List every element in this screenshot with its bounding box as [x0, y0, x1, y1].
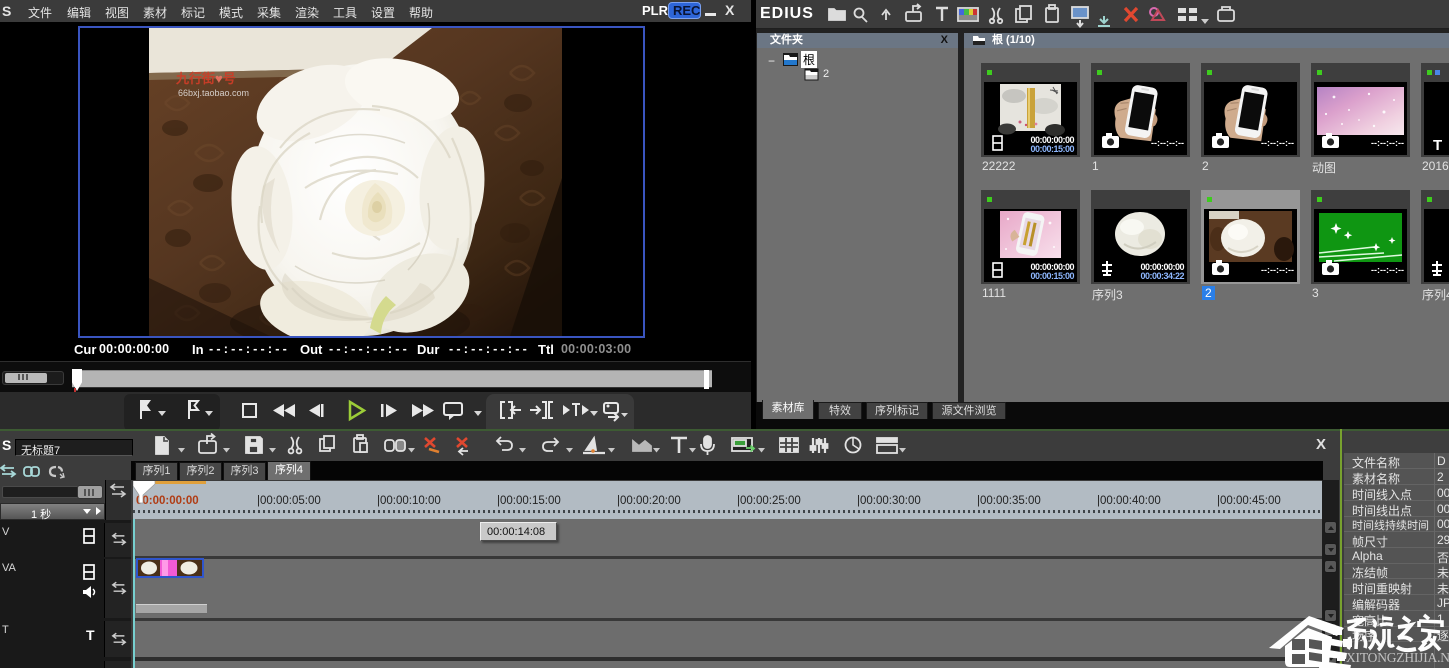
svg-text:--:--:--:--: --:--:--:--	[1371, 138, 1404, 148]
svg-text:00:00:15:00: 00:00:15:00	[1030, 271, 1074, 281]
svg-text:T: T	[1433, 137, 1442, 154]
svg-text:九行街♥号: 九行街♥号	[175, 71, 236, 86]
svg-text:--:--:--:--: --:--:--:--	[1261, 138, 1294, 148]
svg-text:66bxj.taobao.com: 66bxj.taobao.com	[178, 88, 249, 98]
svg-text:00:00:34:22: 00:00:34:22	[1140, 271, 1184, 281]
svg-text:--:--:--:--: --:--:--:--	[1151, 138, 1184, 148]
svg-text:--:--:--:--: --:--:--:--	[1371, 265, 1404, 275]
svg-text:00:00:15:00: 00:00:15:00	[1030, 144, 1074, 154]
svg-text:--:--:--:--: --:--:--:--	[1261, 265, 1294, 275]
